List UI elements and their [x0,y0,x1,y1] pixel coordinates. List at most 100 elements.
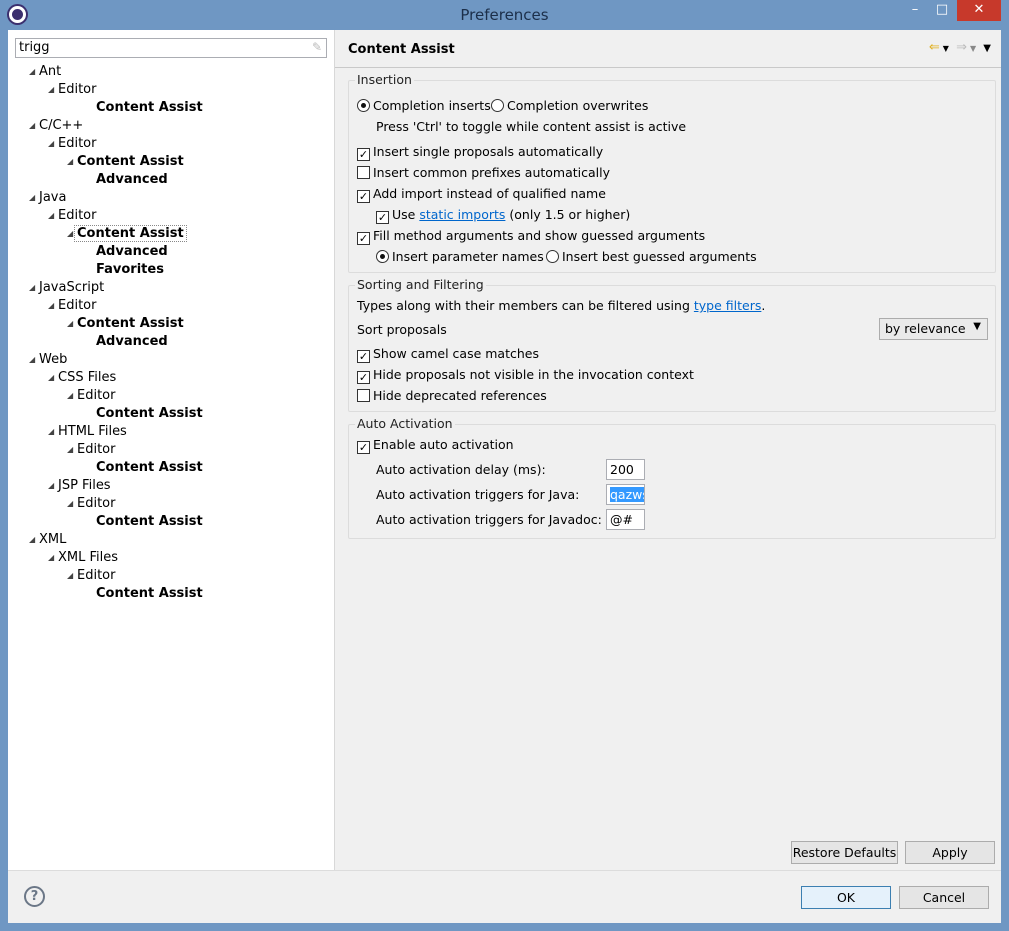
completion-overwrites-radio[interactable]: Completion overwrites [491,98,648,114]
enable-auto-activation-checkbox[interactable]: ✓ Enable auto activation [357,437,514,454]
forward-dropdown-icon[interactable]: ▼ [970,44,976,53]
expand-arrow-icon[interactable]: ◢ [48,81,58,99]
expand-arrow-icon[interactable]: ◢ [67,153,77,171]
tree-item[interactable]: Advanced [86,171,168,189]
expand-arrow-icon[interactable]: ◢ [48,297,58,315]
single-proposals-checkbox[interactable]: ✓ Insert single proposals automatically [357,144,603,161]
type-filters-link[interactable]: type filters [694,298,762,313]
expand-arrow-icon[interactable]: ◢ [29,63,39,81]
expand-arrow-icon[interactable]: ◢ [29,117,39,135]
view-menu-icon[interactable]: ▼ [983,43,991,54]
filter-input[interactable]: trigg ✎ [15,38,327,58]
filter-description: Types along with their members can be fi… [357,298,766,313]
expand-arrow-icon[interactable]: ◢ [29,189,39,207]
tree-item[interactable]: Favorites [86,261,164,279]
chevron-down-icon: ▼ [973,321,981,332]
expand-arrow-icon[interactable]: ◢ [67,387,77,405]
add-import-checkbox[interactable]: ✓ Add import instead of qualified name [357,186,606,203]
back-arrow-icon[interactable]: ⇐ [929,40,940,55]
tree-item[interactable]: ◢ Web [29,351,67,369]
delay-input[interactable]: 200 [606,459,645,480]
tree-item-label: Content Assist [96,460,203,475]
sort-proposals-select[interactable]: by relevance ▼ [879,318,988,340]
maximize-button[interactable]: □ [928,0,956,21]
tree-item[interactable]: Content Assist [86,585,203,603]
param-names-radio[interactable]: Insert parameter names [376,249,544,265]
tree-item-label: Editor [58,82,97,97]
java-triggers-input[interactable]: qazws [606,484,645,505]
back-dropdown-icon[interactable]: ▼ [943,44,949,53]
best-guessed-radio[interactable]: Insert best guessed arguments [546,249,757,265]
tree-item[interactable]: ◢ CSS Files [48,369,116,387]
fill-args-checkbox[interactable]: ✓ Fill method arguments and show guessed … [357,228,705,245]
tree-item-label: HTML Files [58,424,127,439]
restore-defaults-button[interactable]: Restore Defaults [791,841,898,864]
tree-item-label: C/C++ [39,118,84,133]
tree-item[interactable]: ◢ Editor [67,387,115,405]
tree-item[interactable]: ◢ Editor [67,441,115,459]
hide-deprecated-checkbox[interactable]: Hide deprecated references [357,388,547,404]
apply-button[interactable]: Apply [905,841,995,864]
camel-case-checkbox[interactable]: ✓ Show camel case matches [357,346,539,363]
tree-item-label: Advanced [96,334,168,349]
tree-item[interactable]: ◢ Content Assist [67,153,184,171]
minimize-button[interactable]: – [900,0,930,21]
expand-arrow-icon[interactable]: ◢ [67,441,77,459]
tree-item[interactable]: ◢ Editor [48,207,96,225]
tree-item[interactable]: ◢ Editor [48,135,96,153]
tree-item[interactable]: ◢ JSP Files [48,477,111,495]
tree-item[interactable]: ◢ C/C++ [29,117,83,135]
static-imports-checkbox[interactable]: ✓ Use static imports (only 1.5 or higher) [376,207,630,224]
expand-arrow-icon[interactable]: ◢ [67,495,77,513]
close-button[interactable]: ✕ [957,0,1001,21]
expand-arrow-icon[interactable]: ◢ [48,207,58,225]
tree-item[interactable]: ◢ Editor [67,567,115,585]
tree-item-label: Java [39,190,67,205]
tree-item[interactable]: ◢ HTML Files [48,423,127,441]
expand-arrow-icon[interactable]: ◢ [29,531,39,549]
tree-item[interactable]: ◢ Java [29,189,66,207]
help-icon[interactable]: ? [24,886,45,907]
expand-arrow-icon[interactable]: ◢ [29,279,39,297]
page-header: Content Assist ⇐ ▼ ⇒ ▼ ▼ [335,30,1001,68]
expand-arrow-icon[interactable]: ◢ [48,369,58,387]
eraser-icon[interactable]: ✎ [312,40,322,54]
tree-item[interactable]: Advanced [86,243,168,261]
tree-item[interactable]: ◢ Editor [67,495,115,513]
page-title: Content Assist [348,42,455,57]
preference-tree-panel: trigg ✎ ◢ Ant ◢ Editor Content Assist ◢ C/C++ ◢… [8,30,335,870]
expand-arrow-icon[interactable]: ◢ [67,567,77,585]
tree-item[interactable]: ◢ Content Assist [67,225,187,243]
tree-item[interactable]: ◢ Editor [48,81,96,99]
expand-arrow-icon[interactable]: ◢ [48,135,58,153]
cancel-button[interactable]: Cancel [899,886,989,909]
tree-item[interactable]: ◢ Content Assist [67,315,184,333]
expand-arrow-icon[interactable]: ◢ [67,315,77,333]
expand-arrow-icon[interactable]: ◢ [48,549,58,567]
tree-item[interactable]: ◢ XML [29,531,66,549]
expand-arrow-icon[interactable]: ◢ [48,423,58,441]
ok-button[interactable]: OK [801,886,891,909]
tree-item[interactable]: Advanced [86,333,168,351]
static-imports-link[interactable]: static imports [419,207,505,222]
auto-activation-group: Auto Activation ✓ Enable auto activation … [348,416,996,539]
group-title: Sorting and Filtering [355,277,486,292]
tree-item[interactable]: ◢ XML Files [48,549,118,567]
expand-arrow-icon[interactable]: ◢ [29,351,39,369]
common-prefixes-checkbox[interactable]: Insert common prefixes automatically [357,165,610,181]
filter-value: trigg [19,40,50,55]
javadoc-triggers-input[interactable]: @# [606,509,645,530]
hide-not-visible-checkbox[interactable]: ✓ Hide proposals not visible in the invoc… [357,367,694,384]
tree-item[interactable]: Content Assist [86,459,203,477]
tree-item[interactable]: ◢ Editor [48,297,96,315]
tree-item[interactable]: Content Assist [86,405,203,423]
expand-arrow-icon[interactable]: ◢ [48,477,58,495]
completion-inserts-radio[interactable]: Completion inserts [357,98,491,114]
tree-item[interactable]: Content Assist [86,99,203,117]
tree-item[interactable]: Content Assist [86,513,203,531]
title-bar: Preferences – □ ✕ [0,0,1009,30]
tree-item-label: Content Assist [77,154,184,169]
tree-item[interactable]: ◢ JavaScript [29,279,104,297]
forward-arrow-icon[interactable]: ⇒ [956,40,967,55]
tree-item[interactable]: ◢ Ant [29,63,61,81]
